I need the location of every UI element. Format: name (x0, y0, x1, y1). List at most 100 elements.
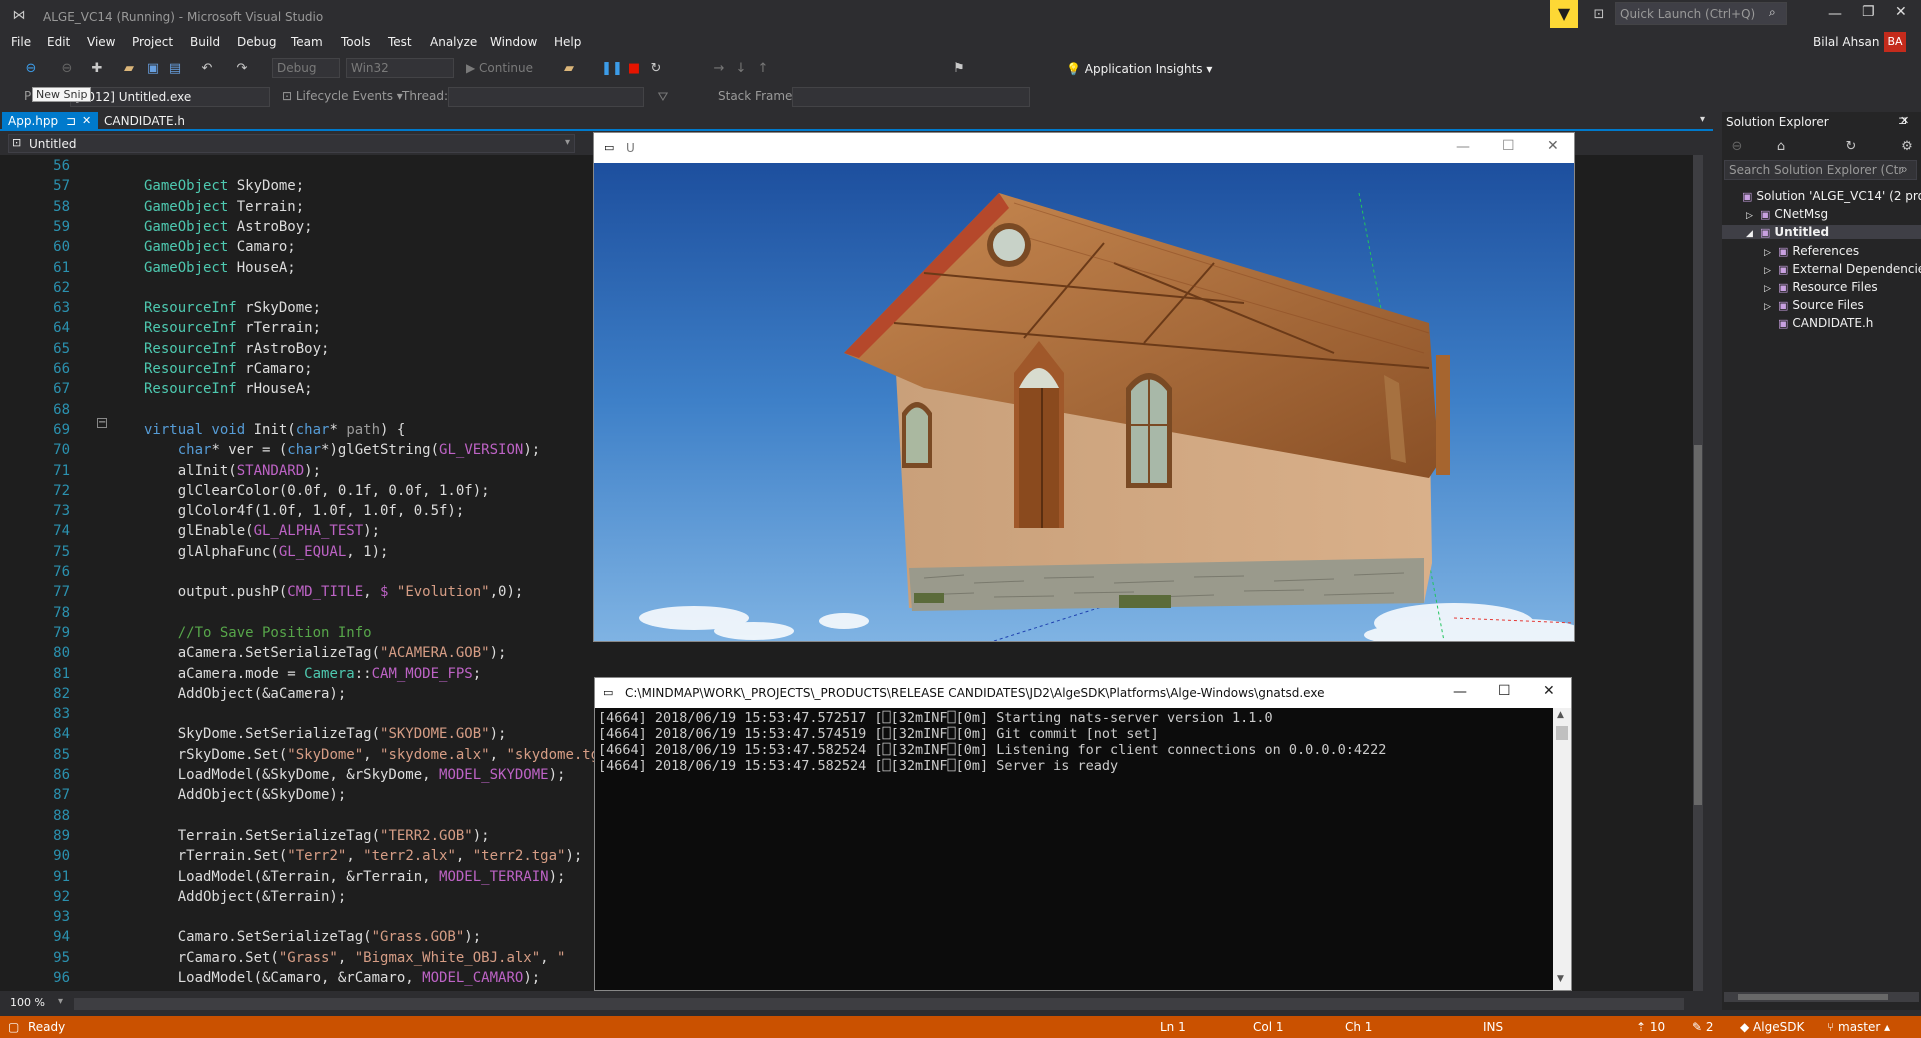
configuration-select[interactable]: Debug (272, 58, 340, 78)
forward-icon[interactable]: ⊖ (58, 59, 76, 77)
restore-button[interactable]: ❐ (1862, 4, 1875, 20)
menu-window[interactable]: Window (490, 35, 537, 49)
solution-search-input[interactable]: Search Solution Explorer (Ctr (1729, 163, 1903, 177)
menu-project[interactable]: Project (132, 35, 173, 49)
code-line[interactable]: AddObject(&aCamera); (144, 686, 347, 702)
tree-item[interactable]: ▷ ▣ CNetMsg (1746, 207, 1828, 221)
code-line[interactable]: ResourceInf rTerrain; (144, 320, 321, 336)
code-line[interactable]: glEnable(GL_ALPHA_TEST); (144, 523, 380, 539)
menu-test[interactable]: Test (388, 35, 412, 49)
console-close-button[interactable]: ✕ (1543, 683, 1555, 699)
game-minimize-button[interactable]: — (1456, 139, 1470, 155)
close-button[interactable]: ✕ (1895, 4, 1907, 20)
thread-select[interactable] (448, 87, 644, 107)
game-window-titlebar[interactable]: ▭ U — ☐ ✕ (594, 133, 1574, 163)
stack-frame-select[interactable] (792, 87, 1030, 107)
platform-select[interactable]: Win32 (346, 58, 454, 78)
console-output[interactable]: [4664] 2018/06/19 15:53:47.572517 [⎕[32m… (595, 708, 1553, 990)
console-scroll-thumb[interactable] (1556, 726, 1568, 740)
code-line[interactable]: glAlphaFunc(GL_EQUAL, 1); (144, 544, 389, 560)
code-line[interactable]: SkyDome.SetSerializeTag("SKYDOME.GOB"); (144, 726, 507, 742)
step-into-icon[interactable]: ↓ (732, 59, 750, 77)
quick-launch-input[interactable]: Quick Launch (Ctrl+Q) (1620, 7, 1755, 21)
menu-file[interactable]: File (11, 35, 31, 49)
code-line[interactable]: ResourceInf rSkyDome; (144, 300, 321, 316)
bookmark-icon[interactable]: ⚑ (950, 59, 968, 77)
code-line[interactable]: GameObject SkyDome; (144, 178, 304, 194)
restart-icon[interactable]: ↻ (647, 59, 665, 77)
code-line[interactable]: AddObject(&Camaro); (144, 990, 338, 991)
code-line[interactable]: GameObject HouseA; (144, 260, 296, 276)
menu-edit[interactable]: Edit (47, 35, 70, 49)
quick-launch-box[interactable]: Quick Launch (Ctrl+Q) ⌕ (1615, 2, 1787, 25)
repository-button[interactable]: ◆ AlgeSDK (1740, 1020, 1804, 1034)
scroll-up-icon[interactable]: ▲ (1557, 710, 1564, 720)
menu-team[interactable]: Team (291, 35, 323, 49)
console-maximize-button[interactable]: ☐ (1498, 683, 1511, 699)
collapse-toggle-icon[interactable]: − (97, 418, 107, 428)
code-line[interactable]: AddObject(&Terrain); (144, 889, 347, 905)
back-icon[interactable]: ⊖ (22, 59, 40, 77)
user-avatar[interactable]: BA (1884, 32, 1906, 52)
code-line[interactable]: ResourceInf rAstroBoy; (144, 341, 329, 357)
process-select[interactable]: [3012] Untitled.exe (70, 87, 270, 107)
chevron-down-icon[interactable]: ▾ (58, 996, 63, 1007)
code-line[interactable]: GameObject AstroBoy; (144, 219, 313, 235)
new-project-icon[interactable]: ✚ (88, 59, 106, 77)
stop-icon[interactable]: ■ (625, 59, 643, 77)
code-line[interactable]: output.pushP(CMD_TITLE, $ "Evolution",0)… (144, 584, 524, 600)
tab-app-hpp[interactable]: App.hpp ⊐ ✕ (2, 112, 98, 131)
menu-tools[interactable]: Tools (341, 35, 371, 49)
tab-close-icon[interactable]: ✕ (82, 114, 91, 127)
feedback-icon[interactable]: ⊡ (1590, 5, 1608, 23)
code-line[interactable]: aCamera.mode = Camera::CAM_MODE_FPS; (144, 666, 481, 682)
minimize-button[interactable]: — (1828, 6, 1842, 22)
code-line[interactable]: AddObject(&SkyDome); (144, 787, 347, 803)
user-name[interactable]: Bilal Ahsan (1813, 35, 1879, 49)
console-minimize-button[interactable]: — (1453, 684, 1467, 700)
menu-build[interactable]: Build (190, 35, 220, 49)
code-line[interactable]: LoadModel(&Terrain, &rTerrain, MODEL_TER… (144, 869, 566, 885)
hscroll-thumb[interactable] (1738, 994, 1888, 1000)
game-close-button[interactable]: ✕ (1547, 138, 1559, 154)
solution-search-box[interactable]: Search Solution Explorer (Ctr ⌕ (1724, 160, 1917, 180)
redo-icon[interactable]: ↷ (233, 59, 251, 77)
tree-item[interactable]: ▣ Solution 'ALGE_VC14' (2 proje (1728, 189, 1921, 203)
tree-item[interactable]: ▷ ▣ References (1764, 244, 1859, 258)
code-line[interactable]: //To Save Position Info (144, 625, 372, 641)
filter-icon[interactable]: ⛛ (654, 88, 672, 106)
back-icon[interactable]: ⊖ (1728, 137, 1746, 155)
code-line[interactable]: rSkyDome.Set("SkyDome", "skydome.alx", "… (144, 747, 633, 763)
pin-icon[interactable]: ⊐ (66, 114, 76, 128)
menu-view[interactable]: View (87, 35, 115, 49)
console-scrollbar[interactable]: ▲ ▼ (1553, 708, 1571, 990)
code-line[interactable]: aCamera.SetSerializeTag("ACAMERA.GOB"); (144, 645, 507, 661)
code-line[interactable]: LoadModel(&SkyDome, &rSkyDome, MODEL_SKY… (144, 767, 566, 783)
menu-help[interactable]: Help (554, 35, 581, 49)
tree-expander-icon[interactable]: ◢ (1746, 229, 1760, 239)
tree-expander-icon[interactable]: ▷ (1764, 302, 1778, 312)
notification-flag-icon[interactable]: ▼ (1550, 0, 1578, 28)
step-over-icon[interactable]: → (710, 59, 728, 77)
code-line[interactable]: rCamaro.Set("Grass", "Bigmax_White_OBJ.a… (144, 950, 566, 966)
save-all-icon[interactable]: ▤ (166, 59, 184, 77)
code-line[interactable]: ResourceInf rCamaro; (144, 361, 313, 377)
rendered-3d-scene[interactable] (594, 163, 1574, 641)
settings-icon[interactable]: ⚙ (1898, 137, 1916, 155)
code-line[interactable]: GameObject Terrain; (144, 199, 304, 215)
tree-item[interactable]: ▷ ▣ External Dependencies (1764, 262, 1921, 276)
sync-icon[interactable]: ↻ (1842, 137, 1860, 155)
solution-hscrollbar[interactable] (1724, 992, 1919, 1002)
unpushed-commits-button[interactable]: ⇡ 10 (1636, 1020, 1665, 1034)
game-window[interactable]: ▭ U — ☐ ✕ (593, 132, 1575, 642)
tree-item[interactable]: ▷ ▣ Source Files (1764, 298, 1864, 312)
zoom-select[interactable]: 100 % (10, 996, 45, 1009)
tree-expander-icon[interactable]: ▷ (1764, 248, 1778, 258)
lifecycle-events-button[interactable]: ⊡ Lifecycle Events ▾ (282, 89, 403, 103)
code-line[interactable]: Camaro.SetSerializeTag("Grass.GOB"); (144, 929, 481, 945)
tree-expander-icon[interactable]: ▷ (1764, 284, 1778, 294)
code-line[interactable]: rTerrain.Set("Terr2", "terr2.alx", "terr… (144, 848, 583, 864)
close-panel-icon[interactable]: ✕ (1900, 114, 1909, 127)
code-line[interactable]: glColor4f(1.0f, 1.0f, 1.0f, 0.5f); (144, 503, 465, 519)
code-line[interactable]: glClearColor(0.0f, 0.1f, 0.0f, 1.0f); (144, 483, 490, 499)
